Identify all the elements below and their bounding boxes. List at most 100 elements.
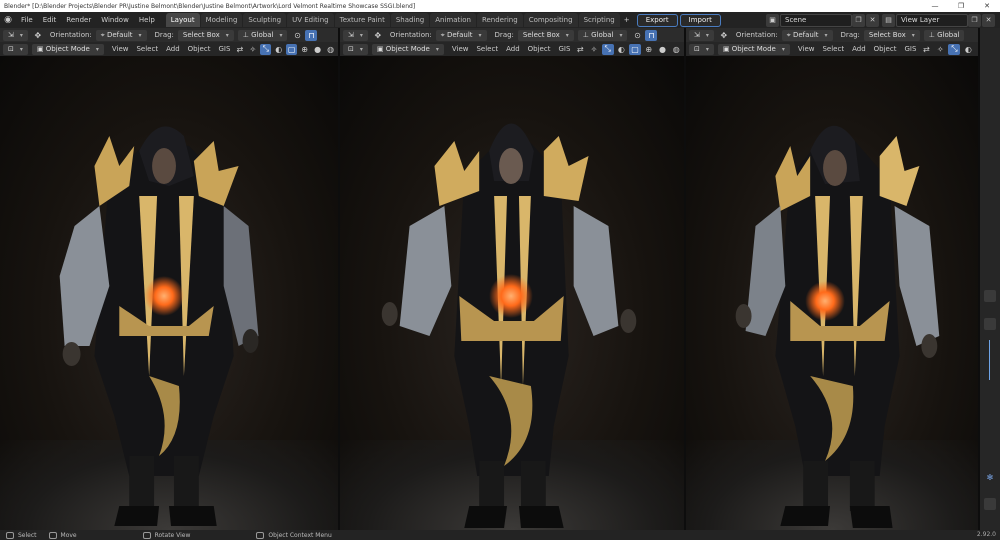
tool-selector[interactable]: ⇲ ▾: [689, 29, 714, 41]
transform-orientation-dropdown[interactable]: ⊥ Global: [923, 29, 965, 41]
material-shading-icon[interactable]: ◍: [670, 44, 682, 55]
menu-help[interactable]: Help: [134, 12, 160, 28]
tab-sculpting[interactable]: Sculpting: [243, 13, 287, 27]
tab-scripting[interactable]: Scripting: [578, 13, 620, 27]
editor-type-dropdown[interactable]: ⊡ ▾: [343, 43, 368, 55]
move-tool-icon[interactable]: ✥: [718, 30, 730, 41]
import-button[interactable]: Import: [679, 13, 721, 27]
menu-select[interactable]: Select: [136, 45, 158, 53]
transform-icon[interactable]: ⇄: [234, 44, 245, 55]
solid-shading-icon[interactable]: ●: [657, 44, 669, 55]
tab-layout[interactable]: Layout: [165, 13, 200, 27]
tab-shading[interactable]: Shading: [390, 13, 430, 27]
menu-view[interactable]: View: [112, 45, 129, 53]
xray-icon[interactable]: ▢: [629, 43, 641, 55]
navigation-icon[interactable]: ✻: [984, 473, 996, 485]
collection-icon[interactable]: [984, 498, 996, 510]
move-tool-icon[interactable]: ✥: [372, 30, 384, 41]
menu-object[interactable]: Object: [528, 45, 551, 53]
add-workspace-button[interactable]: +: [621, 13, 633, 27]
camera-icon[interactable]: [984, 318, 996, 330]
tool-selector[interactable]: ⇲ ▾: [343, 29, 368, 41]
minimize-button[interactable]: —: [922, 0, 948, 12]
snap-icon[interactable]: ⊓: [645, 29, 658, 41]
move-tool-icon[interactable]: ✥: [32, 30, 44, 41]
wireframe-icon[interactable]: ⊕: [643, 44, 655, 55]
transform-icon[interactable]: ⇄: [920, 44, 932, 55]
gizmo-icon[interactable]: ⤡: [260, 43, 272, 55]
pivot-icon[interactable]: ⊙: [291, 30, 303, 41]
export-button[interactable]: Export: [636, 13, 678, 27]
mode-dropdown[interactable]: ▣ Object Mode ▾: [717, 43, 790, 55]
tab-rendering[interactable]: Rendering: [476, 13, 523, 27]
new-view-layer-icon[interactable]: ❐: [968, 13, 981, 27]
editor-type-dropdown[interactable]: ⊡ ▾: [689, 43, 714, 55]
menu-edit[interactable]: Edit: [38, 12, 62, 28]
snap-icon[interactable]: ⊓: [305, 29, 318, 41]
menu-gis[interactable]: GIS: [904, 45, 916, 53]
remove-scene-icon[interactable]: ✕: [866, 13, 879, 27]
tool-selector[interactable]: ⇲ ▾: [3, 29, 28, 41]
overlay-icon[interactable]: ◐: [962, 44, 974, 55]
menu-add[interactable]: Add: [166, 45, 180, 53]
overlay-icon[interactable]: ◐: [273, 44, 284, 55]
viewport-left[interactable]: ⇲ ▾ ✥ Orientation: ⌖ Default ▾ Drag: Selec…: [0, 28, 340, 530]
proportional-icon[interactable]: ✧: [247, 44, 258, 55]
overlay-icon[interactable]: ◐: [616, 44, 628, 55]
transform-orientation-dropdown[interactable]: ⊥ Global ▾: [237, 29, 288, 41]
scene-icon[interactable]: ▣: [766, 13, 779, 27]
wireframe-icon[interactable]: ⊕: [299, 44, 310, 55]
xray-icon[interactable]: ▢: [286, 43, 298, 55]
maximize-button[interactable]: ❐: [948, 0, 974, 12]
scene-field[interactable]: Scene: [780, 13, 852, 27]
tab-texture-paint[interactable]: Texture Paint: [334, 13, 390, 27]
viewport-center[interactable]: ⇲ ▾ ✥ Orientation: ⌖ Default ▾ Drag: Selec…: [340, 28, 686, 530]
menu-render[interactable]: Render: [61, 12, 96, 28]
render-view[interactable]: [340, 56, 684, 530]
menu-window[interactable]: Window: [96, 12, 134, 28]
drag-dropdown[interactable]: Select Box ▾: [177, 29, 234, 41]
solid-shading-icon[interactable]: ●: [312, 44, 323, 55]
orientation-dropdown[interactable]: ⌖ Default ▾: [781, 29, 833, 41]
menu-select[interactable]: Select: [822, 45, 844, 53]
drag-dropdown[interactable]: Select Box ▾: [863, 29, 920, 41]
close-button[interactable]: ✕: [974, 0, 1000, 12]
menu-object[interactable]: Object: [874, 45, 897, 53]
render-view[interactable]: [0, 56, 338, 530]
material-shading-icon[interactable]: ◍: [325, 44, 336, 55]
orientation-dropdown[interactable]: ⌖ Default ▾: [95, 29, 147, 41]
menu-file[interactable]: File: [16, 12, 38, 28]
menu-view[interactable]: View: [798, 45, 815, 53]
mode-dropdown[interactable]: ▣ Object Mode ▾: [371, 43, 444, 55]
proportional-icon[interactable]: ✧: [934, 44, 946, 55]
mode-dropdown[interactable]: ▣ Object Mode ▾: [31, 43, 104, 55]
tab-modeling[interactable]: Modeling: [200, 13, 243, 27]
menu-gis[interactable]: GIS: [558, 45, 570, 53]
menu-add[interactable]: Add: [506, 45, 520, 53]
blender-logo-icon[interactable]: ◉: [0, 12, 16, 28]
menu-add[interactable]: Add: [852, 45, 866, 53]
editor-type-dropdown[interactable]: ⊡ ▾: [3, 43, 28, 55]
zoom-slider[interactable]: [989, 340, 990, 380]
pivot-icon[interactable]: ⊙: [631, 30, 643, 41]
render-view[interactable]: [686, 56, 978, 530]
viewport-right[interactable]: ⇲ ▾ ✥ Orientation: ⌖ Default ▾ Drag: Selec…: [686, 28, 980, 530]
tab-animation[interactable]: Animation: [430, 13, 476, 27]
tab-uv-editing[interactable]: UV Editing: [287, 13, 334, 27]
view-layer-icon[interactable]: ▤: [882, 13, 895, 27]
menu-gis[interactable]: GIS: [218, 45, 230, 53]
orientation-dropdown[interactable]: ⌖ Default ▾: [435, 29, 487, 41]
menu-select[interactable]: Select: [476, 45, 498, 53]
view-layer-field[interactable]: View Layer: [896, 13, 968, 27]
gizmo-icon[interactable]: ⤡: [948, 43, 961, 55]
menu-view[interactable]: View: [452, 45, 469, 53]
transform-orientation-dropdown[interactable]: ⊥ Global ▾: [577, 29, 628, 41]
transform-icon[interactable]: ⇄: [574, 44, 586, 55]
remove-view-layer-icon[interactable]: ✕: [982, 13, 995, 27]
gizmo-icon[interactable]: ⤡: [601, 43, 614, 55]
tab-compositing[interactable]: Compositing: [523, 13, 578, 27]
proportional-icon[interactable]: ✧: [588, 44, 600, 55]
new-scene-icon[interactable]: ❐: [852, 13, 865, 27]
view-gizmo-icon[interactable]: [984, 290, 996, 302]
menu-object[interactable]: Object: [188, 45, 211, 53]
